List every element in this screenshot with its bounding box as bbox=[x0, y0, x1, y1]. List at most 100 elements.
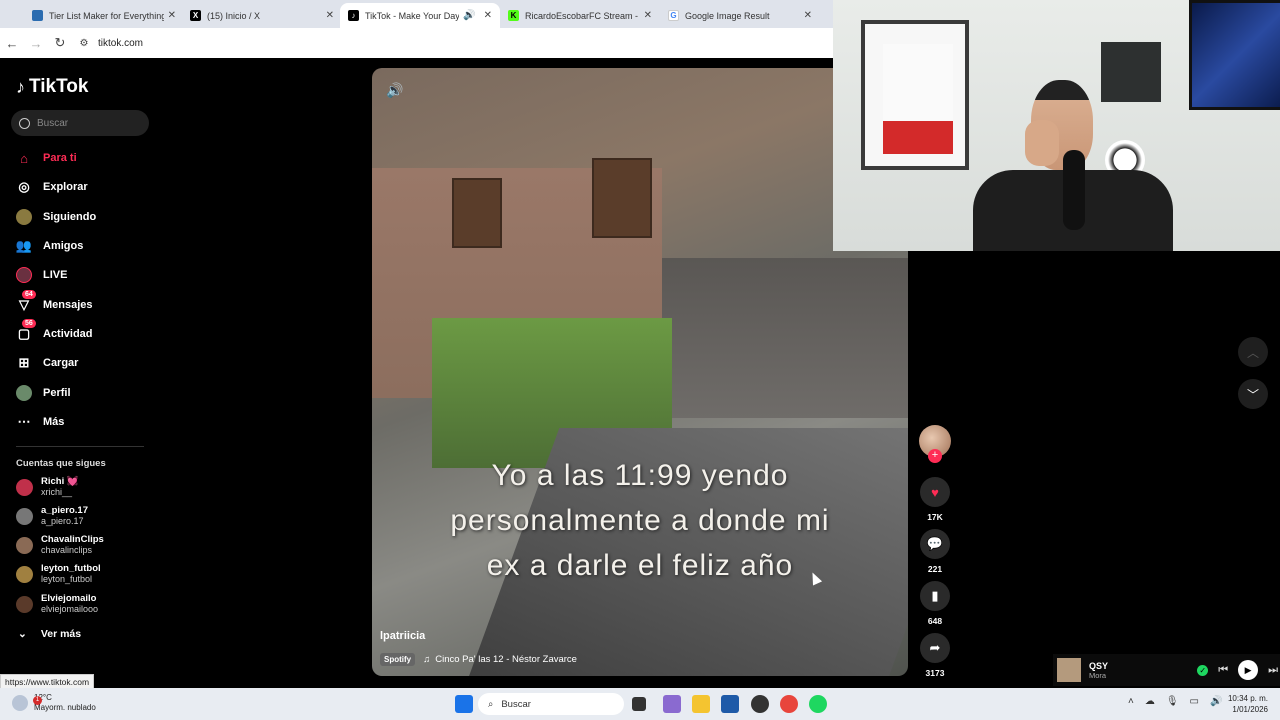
home-icon: ⌂ bbox=[20, 150, 28, 166]
clock[interactable]: 10:34 p. m. 1/01/2026 bbox=[1224, 693, 1268, 715]
following-account[interactable]: a_piero.17 a_piero.17 bbox=[16, 505, 88, 527]
clock-time: 10:34 p. m. bbox=[1227, 694, 1268, 703]
weather-widget[interactable]: 1 12°C Mayorm. nublado bbox=[12, 693, 96, 713]
copilot-icon[interactable] bbox=[663, 695, 681, 713]
streamer bbox=[953, 80, 1173, 251]
tab-tiktok[interactable]: ♪ TikTok - Make Your Day 🔊 ✕ bbox=[340, 3, 500, 28]
account-name: Elviejomailo bbox=[41, 593, 97, 604]
app-icon[interactable] bbox=[751, 695, 769, 713]
system-tray[interactable]: ˄ ☁ 🎙 ▭ 🔊 bbox=[1128, 696, 1222, 707]
nav-mas[interactable]: ⋯ Más bbox=[16, 412, 65, 432]
like-button[interactable]: ♥ 17K bbox=[919, 477, 951, 522]
activity-icon: ▢ 56 bbox=[16, 319, 36, 342]
share-icon: ➦ bbox=[920, 633, 950, 663]
start-icon[interactable] bbox=[455, 695, 473, 713]
previous-video-button[interactable]: ︿ bbox=[1238, 337, 1268, 367]
play-button[interactable]: ▶ bbox=[1238, 660, 1259, 680]
nav-live[interactable]: LIVE bbox=[16, 265, 67, 285]
share-button[interactable]: ➦ 3173 bbox=[919, 633, 951, 678]
video-author[interactable]: lpatriicia bbox=[380, 630, 425, 642]
comment-button[interactable]: 💬 221 bbox=[919, 529, 951, 574]
video-music[interactable]: Spotify ♫ Cinco Pa' las 12 - Néstor Zava… bbox=[380, 653, 577, 666]
track-title: QSY bbox=[1089, 660, 1109, 671]
avatar bbox=[16, 595, 33, 613]
nav-explorar[interactable]: ◎ Explorar bbox=[16, 177, 88, 197]
following-account[interactable]: ChavalinClips chavalinclips bbox=[16, 534, 104, 556]
nav-mensajes[interactable]: ▽ 64 Mensajes bbox=[16, 290, 93, 315]
follow-plus-icon[interactable]: + bbox=[928, 449, 942, 463]
messages-badge: 64 bbox=[22, 290, 36, 299]
forward-icon[interactable]: → bbox=[24, 36, 48, 51]
reload-icon[interactable]: ↻ bbox=[48, 35, 72, 51]
search-icon: ⌕ bbox=[488, 698, 494, 710]
volume-icon[interactable]: 🔊 bbox=[386, 82, 403, 99]
saved-check-icon[interactable]: ✓ bbox=[1197, 664, 1209, 676]
search-icon bbox=[19, 117, 30, 129]
chrome-icon[interactable] bbox=[780, 695, 798, 713]
profile-icon bbox=[16, 385, 32, 401]
tab-tiermaker[interactable]: Tier List Maker for Everything - ✕ bbox=[24, 3, 184, 28]
tab-google[interactable]: G Google Image Result ✕ bbox=[660, 3, 820, 28]
site-info-icon[interactable]: ⚙ bbox=[72, 38, 96, 49]
display-icon[interactable]: ▭ bbox=[1190, 696, 1199, 707]
avatar bbox=[16, 565, 33, 583]
mic-icon[interactable]: 🎙 bbox=[1166, 696, 1179, 707]
previous-track-icon[interactable]: ⏮ bbox=[1218, 664, 1228, 677]
nav-actividad[interactable]: ▢ 56 Actividad bbox=[16, 319, 93, 344]
avatar bbox=[16, 536, 33, 554]
next-track-icon[interactable]: ⏭ bbox=[1268, 664, 1278, 677]
taskbar-search[interactable]: ⌕ Buscar bbox=[478, 693, 624, 715]
nav-cargar[interactable]: ⊞ Cargar bbox=[16, 353, 79, 373]
creator-avatar[interactable]: + bbox=[919, 425, 951, 463]
tab-title: (15) Inicio / X bbox=[207, 10, 261, 21]
nav-para-ti[interactable]: ⌂ Para ti bbox=[16, 148, 77, 168]
compass-icon: ◎ bbox=[18, 179, 30, 194]
avatar: + bbox=[919, 425, 951, 463]
tiktok-logo[interactable]: ♪ TikTok bbox=[16, 76, 88, 98]
chevron-up-icon[interactable]: ˄ bbox=[1128, 696, 1134, 707]
music-note-icon: ♫ bbox=[423, 654, 431, 665]
weather-desc: Mayorm. nublado bbox=[34, 703, 96, 712]
spotify-icon[interactable] bbox=[809, 695, 827, 713]
file-explorer-icon[interactable] bbox=[692, 695, 710, 713]
next-video-button[interactable]: ﹀ bbox=[1238, 379, 1268, 409]
following-account[interactable]: Richi 💓 xrichi__ bbox=[16, 476, 79, 498]
account-handle: elviejomailooo bbox=[41, 604, 99, 614]
jersey-shape bbox=[883, 44, 953, 154]
tab-x[interactable]: X (15) Inicio / X ✕ bbox=[182, 3, 342, 28]
tab-kick[interactable]: K RicardoEscobarFC Stream - Wa ✕ bbox=[500, 3, 660, 28]
comment-count: 221 bbox=[927, 564, 943, 574]
close-icon[interactable]: ✕ bbox=[168, 10, 176, 21]
video-player[interactable]: 🔊 2025 Yo a las 11:99 yendo personalment… bbox=[372, 68, 908, 676]
save-button[interactable]: ▮ 648 bbox=[919, 581, 951, 626]
nav-amigos[interactable]: 👥 Amigos bbox=[16, 236, 83, 256]
volume-icon[interactable]: 🔊 bbox=[1210, 696, 1222, 707]
account-name: ChavalinClips bbox=[41, 534, 104, 545]
store-icon[interactable] bbox=[721, 695, 739, 713]
close-icon[interactable]: ✕ bbox=[644, 10, 652, 21]
comment-icon: 💬 bbox=[920, 529, 950, 559]
account-handle: a_piero.17 bbox=[41, 516, 84, 526]
task-view-icon[interactable] bbox=[632, 697, 646, 711]
nav-siguiendo[interactable]: Siguiendo bbox=[16, 207, 96, 227]
following-account[interactable]: leyton_futbol leyton_futbol bbox=[16, 563, 101, 585]
speaker-icon[interactable]: 🔊 bbox=[463, 10, 475, 21]
following-account[interactable]: Elviejomailo elviejomailooo bbox=[16, 593, 98, 615]
nav-label: Explorar bbox=[43, 181, 88, 193]
close-icon[interactable]: ✕ bbox=[484, 10, 492, 21]
video-scene bbox=[592, 158, 652, 238]
clock-date: 1/01/2026 bbox=[1232, 705, 1268, 714]
close-icon[interactable]: ✕ bbox=[804, 10, 812, 21]
nav-perfil[interactable]: Perfil bbox=[16, 383, 71, 403]
search-placeholder: Buscar bbox=[37, 117, 69, 129]
back-icon[interactable]: ← bbox=[0, 36, 24, 51]
see-more-label: Ver más bbox=[40, 628, 82, 640]
tiermaker-icon bbox=[32, 10, 43, 21]
see-more-button[interactable]: ⌄ Ver más bbox=[18, 628, 81, 640]
following-icon bbox=[16, 209, 32, 225]
search-input[interactable]: Buscar bbox=[11, 110, 149, 136]
track-artist: Mora bbox=[1089, 670, 1107, 680]
network-icon[interactable]: ☁ bbox=[1145, 696, 1155, 707]
close-icon[interactable]: ✕ bbox=[326, 10, 334, 21]
url-field[interactable]: tiktok.com bbox=[98, 38, 143, 49]
